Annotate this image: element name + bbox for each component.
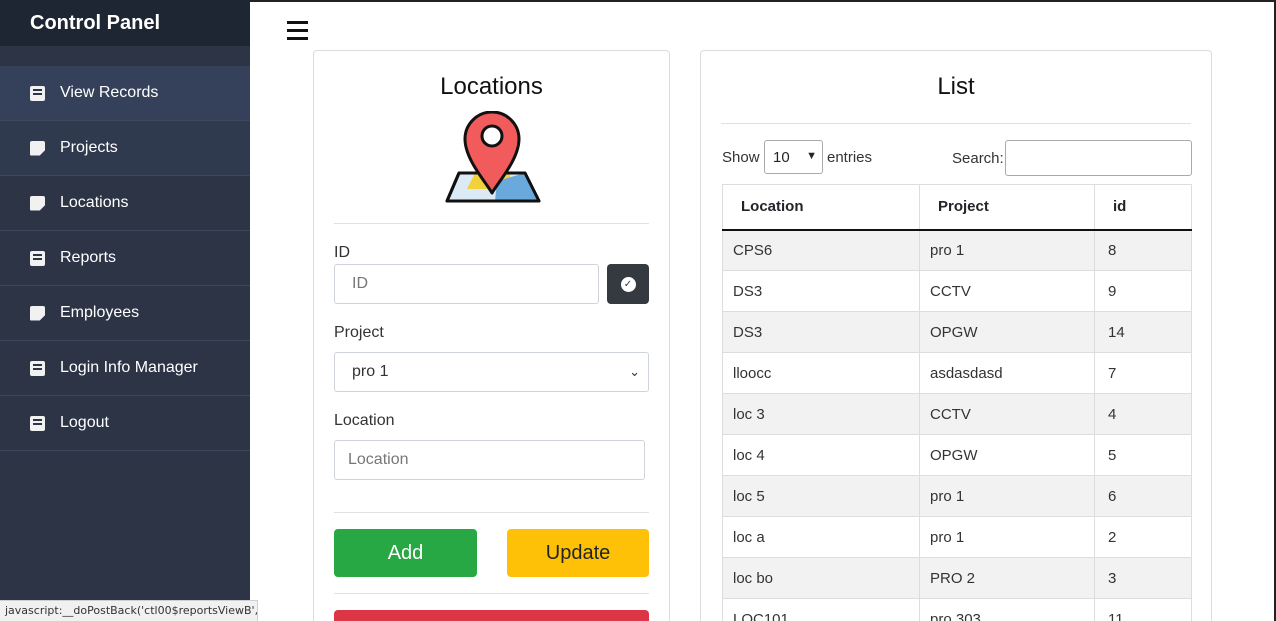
cell-location: LOC101 [722, 598, 920, 621]
list-title: List [937, 73, 975, 100]
cell-id: 2 [1094, 516, 1192, 558]
project-label: Project [334, 324, 384, 341]
cell-id: 9 [1094, 270, 1192, 312]
table-row[interactable]: DS3 CCTV 9 [722, 270, 1192, 312]
cell-project: asdasdasd [919, 352, 1095, 394]
sidebar-item-projects[interactable]: Projects [0, 121, 250, 176]
cell-id: 7 [1094, 352, 1192, 394]
cell-location: DS3 [722, 311, 920, 353]
cell-project: pro 303 [919, 598, 1095, 621]
cell-location: loc a [722, 516, 920, 558]
cell-location: loc 5 [722, 475, 920, 517]
cell-project: pro 1 [919, 475, 1095, 517]
sidebar-item-label: Reports [60, 249, 117, 266]
sidebar-item-view-records[interactable]: View Records [0, 66, 250, 121]
sidebar-item-label: View Records [60, 84, 159, 101]
entries-value: 10 [773, 148, 790, 166]
cell-project: pro 1 [919, 229, 1095, 271]
table-row[interactable]: loc bo PRO 2 3 [722, 557, 1192, 599]
chevron-down-icon: ⌄ [629, 364, 640, 379]
sidebar-item-label: Projects [60, 139, 118, 156]
sidebar-item-locations[interactable]: Locations [0, 176, 250, 231]
cell-id: 5 [1094, 434, 1192, 476]
list-card: List Show 10 ▼ entries Search: Location … [700, 50, 1212, 621]
cell-location: loc 3 [722, 393, 920, 435]
cell-location: loc 4 [722, 434, 920, 476]
cell-project: PRO 2 [919, 557, 1095, 599]
entries-length-select[interactable]: 10 ▼ [764, 140, 823, 174]
check-id-button[interactable]: ✓ [607, 264, 649, 304]
add-button[interactable]: Add [334, 529, 477, 577]
cell-id: 11 [1094, 598, 1192, 621]
cell-id: 6 [1094, 475, 1192, 517]
search-input[interactable] [1005, 140, 1192, 176]
entries-label: entries [827, 149, 873, 166]
book-icon [30, 415, 45, 431]
sidebar-item-label: Employees [60, 304, 140, 321]
id-placeholder: ID [352, 275, 368, 292]
book-icon [30, 85, 45, 101]
cell-project: OPGW [919, 434, 1095, 476]
book-icon [30, 360, 45, 376]
sticky-note-icon [30, 305, 45, 321]
sticky-note-icon [30, 195, 45, 211]
sidebar-header: Control Panel [0, 0, 250, 46]
map-pin-icon [445, 111, 541, 203]
update-button[interactable]: Update [507, 529, 649, 577]
table-row[interactable]: CPS6 pro 1 8 [722, 229, 1192, 271]
cell-project: CCTV [919, 270, 1095, 312]
cell-location: CPS6 [722, 229, 920, 271]
show-label: Show [722, 149, 760, 166]
table-row[interactable]: loc 3 CCTV 4 [722, 393, 1192, 435]
app-title: Control Panel [30, 11, 161, 34]
search-label: Search: [952, 150, 1004, 167]
sidebar-item-employees[interactable]: Employees [0, 286, 250, 341]
check-circle-icon: ✓ [620, 276, 636, 292]
location-label: Location [334, 412, 395, 429]
id-input[interactable]: ID [334, 264, 599, 304]
cell-project: CCTV [919, 393, 1095, 435]
cell-location: lloocc [722, 352, 920, 394]
menu-toggle-icon[interactable] [287, 21, 308, 40]
form-title: Locations [440, 73, 543, 100]
cell-id: 8 [1094, 229, 1192, 271]
cell-project: OPGW [919, 311, 1095, 353]
sidebar-item-label: Login Info Manager [60, 359, 198, 376]
column-header-location[interactable]: Location [722, 184, 920, 231]
sidebar-item-logout[interactable]: Logout [0, 396, 250, 451]
table-row[interactable]: lloocc asdasdasd 7 [722, 352, 1192, 394]
project-select[interactable]: pro 1 ⌄ [334, 352, 649, 392]
location-input[interactable]: Location [334, 440, 645, 480]
sidebar-item-label: Locations [60, 194, 129, 211]
locations-table: Location Project id CPS6 pro 1 8 DS3 CCT… [722, 184, 1192, 621]
table-row[interactable]: loc 5 pro 1 6 [722, 475, 1192, 517]
table-row[interactable]: LOC101 pro 303 11 [722, 598, 1192, 621]
column-header-project[interactable]: Project [919, 184, 1095, 231]
book-icon [30, 250, 45, 266]
sticky-note-icon [30, 140, 45, 156]
delete-button[interactable] [334, 610, 649, 621]
sidebar-item-label: Logout [60, 414, 109, 431]
cell-project: pro 1 [919, 516, 1095, 558]
cell-id: 3 [1094, 557, 1192, 599]
sidebar-item-login-info-manager[interactable]: Login Info Manager [0, 341, 250, 396]
location-placeholder: Location [348, 451, 409, 468]
sidebar-item-reports[interactable]: Reports [0, 231, 250, 286]
cell-id: 4 [1094, 393, 1192, 435]
browser-status-bar: javascript:__doPostBack('ctl00$reportsVi… [0, 600, 258, 621]
table-row[interactable]: DS3 OPGW 14 [722, 311, 1192, 353]
chevron-down-icon: ▼ [806, 150, 817, 162]
locations-form-card: Locations ID ID ✓ Project pro 1 ⌄ Locati… [313, 50, 670, 621]
table-row[interactable]: loc 4 OPGW 5 [722, 434, 1192, 476]
cell-location: loc bo [722, 557, 920, 599]
cell-location: DS3 [722, 270, 920, 312]
cell-id: 14 [1094, 311, 1192, 353]
table-row[interactable]: loc a pro 1 2 [722, 516, 1192, 558]
sidebar: Control Panel View Records Projects Loca… [0, 0, 250, 621]
id-label: ID [334, 244, 350, 261]
column-header-id[interactable]: id [1094, 184, 1192, 231]
table-header-row: Location Project id [722, 184, 1192, 231]
project-selected-value: pro 1 [352, 363, 389, 380]
